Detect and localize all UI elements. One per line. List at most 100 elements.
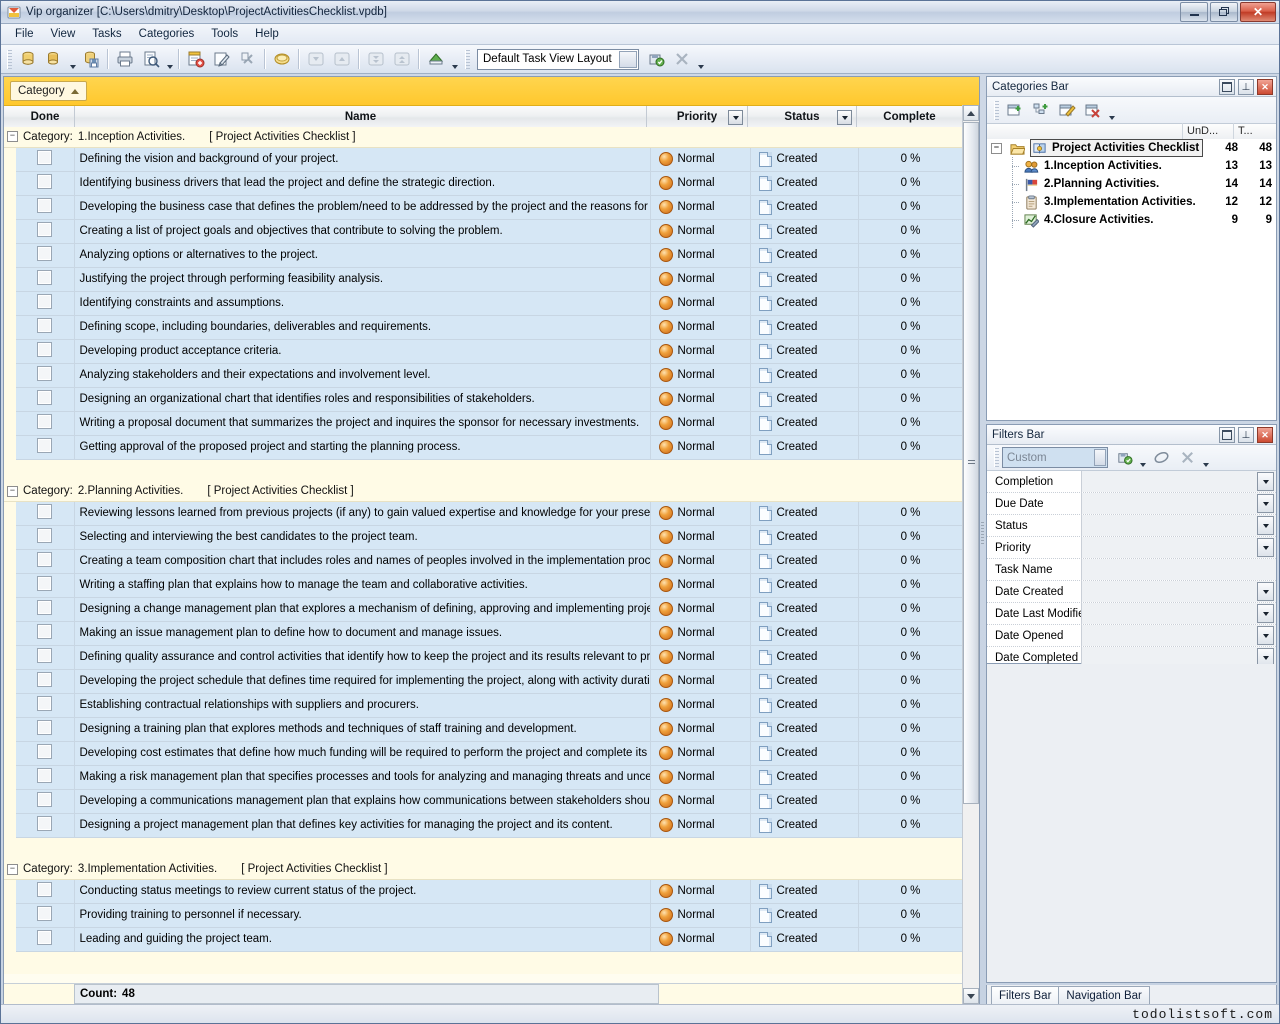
- table-row[interactable]: Designing a change management plan that …: [4, 597, 979, 621]
- table-row[interactable]: Defining the vision and background of yo…: [4, 147, 979, 171]
- done-checkbox[interactable]: [37, 792, 52, 807]
- delete-task-icon[interactable]: [235, 46, 261, 72]
- save-layout-icon[interactable]: [643, 46, 669, 72]
- done-checkbox[interactable]: [37, 414, 52, 429]
- filter-value-cell[interactable]: [1082, 471, 1276, 492]
- tree-column-undone[interactable]: UnD...: [1182, 123, 1233, 140]
- layout-combobox[interactable]: Default Task View Layout: [477, 49, 639, 70]
- done-checkbox[interactable]: [37, 600, 52, 615]
- table-row[interactable]: Defining quality assurance and control a…: [4, 645, 979, 669]
- edit-task-icon[interactable]: [209, 46, 235, 72]
- filters-toolbar-grip[interactable]: [994, 448, 999, 467]
- table-row[interactable]: Conducting status meetings to review cur…: [4, 879, 979, 903]
- filter-dropdown-icon[interactable]: [449, 45, 460, 74]
- done-checkbox[interactable]: [37, 246, 52, 261]
- categories-pin-icon[interactable]: ⊥: [1238, 79, 1254, 95]
- table-row[interactable]: Developing a communications management p…: [4, 789, 979, 813]
- table-row[interactable]: Establishing contractual relationships w…: [4, 693, 979, 717]
- move-up-icon[interactable]: [329, 46, 355, 72]
- menu-tasks[interactable]: Tasks: [84, 26, 129, 43]
- done-checkbox[interactable]: [37, 672, 52, 687]
- tree-column-total[interactable]: T...: [1233, 123, 1276, 140]
- filter-preset-combobox[interactable]: Custom: [1002, 447, 1108, 468]
- table-row[interactable]: Developing the project schedule that def…: [4, 669, 979, 693]
- new-subcategory-icon[interactable]: [1028, 97, 1054, 123]
- filter-value-cell[interactable]: [1082, 603, 1276, 624]
- categories-minimize-icon[interactable]: [1219, 79, 1235, 95]
- done-checkbox[interactable]: [37, 648, 52, 663]
- filter-icon[interactable]: [423, 46, 449, 72]
- done-checkbox[interactable]: [37, 150, 52, 165]
- scroll-down-button[interactable]: [963, 988, 979, 1004]
- filter-dropdown-button[interactable]: [1257, 582, 1274, 601]
- table-row[interactable]: Designing a training plan that explores …: [4, 717, 979, 741]
- done-checkbox[interactable]: [37, 366, 52, 381]
- filters-minimize-icon[interactable]: [1219, 427, 1235, 443]
- filter-value-cell[interactable]: [1082, 581, 1276, 602]
- delete-layout-icon[interactable]: [669, 46, 695, 72]
- priority-filter-button[interactable]: [728, 110, 743, 125]
- remove-filter-icon[interactable]: [1174, 445, 1200, 471]
- table-row[interactable]: Creating a team composition chart that i…: [4, 549, 979, 573]
- edit-category-icon[interactable]: [1054, 97, 1080, 123]
- print-dropdown-icon[interactable]: [164, 45, 175, 74]
- save-filter-icon[interactable]: [1111, 445, 1137, 471]
- column-header-priority[interactable]: Priority: [647, 106, 748, 128]
- group-header-row[interactable]: −Category:3.Implementation Activities.[ …: [4, 859, 979, 879]
- done-checkbox[interactable]: [37, 930, 52, 945]
- table-row[interactable]: Making a risk management plan that speci…: [4, 765, 979, 789]
- filter-row[interactable]: Date Opened: [987, 625, 1276, 647]
- close-button[interactable]: ✕: [1240, 2, 1276, 22]
- category-tree-row[interactable]: 3.Implementation Activities.1212: [987, 193, 1276, 211]
- table-row[interactable]: Defining scope, including boundaries, de…: [4, 315, 979, 339]
- filter-value-cell[interactable]: [1082, 493, 1276, 514]
- complete-task-icon[interactable]: [269, 46, 295, 72]
- done-checkbox[interactable]: [37, 198, 52, 213]
- category-tree-row[interactable]: 1.Inception Activities.1313: [987, 157, 1276, 175]
- open-database-icon[interactable]: [41, 46, 67, 72]
- done-checkbox[interactable]: [37, 528, 52, 543]
- filter-value-cell[interactable]: [1082, 559, 1276, 580]
- layout-spinner[interactable]: [619, 51, 637, 68]
- table-row[interactable]: Writing a staffing plan that explains ho…: [4, 573, 979, 597]
- column-header-name[interactable]: Name: [75, 106, 647, 128]
- filters-pin-icon[interactable]: ⊥: [1238, 427, 1254, 443]
- done-checkbox[interactable]: [37, 342, 52, 357]
- column-header-done[interactable]: Done: [16, 106, 75, 128]
- delete-category-icon[interactable]: [1080, 97, 1106, 123]
- done-checkbox[interactable]: [37, 744, 52, 759]
- column-header-complete[interactable]: Complete: [857, 106, 963, 128]
- menu-categories[interactable]: Categories: [131, 26, 203, 43]
- minimize-button[interactable]: [1180, 2, 1208, 22]
- category-tree-row[interactable]: −Project Activities Checklist4848: [987, 139, 1276, 157]
- category-tree-row[interactable]: 4.Closure Activities.99: [987, 211, 1276, 229]
- filter-dropdown-button[interactable]: [1257, 472, 1274, 491]
- clear-filter-icon[interactable]: [1148, 445, 1174, 471]
- menu-view[interactable]: View: [43, 26, 84, 43]
- table-row[interactable]: Selecting and interviewing the best cand…: [4, 525, 979, 549]
- done-checkbox[interactable]: [37, 720, 52, 735]
- filter-dropdown-button[interactable]: [1257, 494, 1274, 513]
- dock-tab-filters-bar[interactable]: Filters Bar: [991, 986, 1059, 1004]
- vertical-splitter[interactable]: [980, 76, 985, 1005]
- done-checkbox[interactable]: [37, 696, 52, 711]
- done-checkbox[interactable]: [37, 576, 52, 591]
- menu-help[interactable]: Help: [247, 26, 287, 43]
- table-row[interactable]: Justifying the project through performin…: [4, 267, 979, 291]
- group-collapse-icon[interactable]: −: [7, 131, 18, 142]
- filter-row[interactable]: Task Name: [987, 559, 1276, 581]
- table-row[interactable]: Identifying business drivers that lead t…: [4, 171, 979, 195]
- filter-dropdown-button[interactable]: [1257, 604, 1274, 623]
- table-row[interactable]: Creating a list of project goals and obj…: [4, 219, 979, 243]
- done-checkbox[interactable]: [37, 318, 52, 333]
- filter-row[interactable]: Date Created: [987, 581, 1276, 603]
- table-row[interactable]: Identifying constraints and assumptions.…: [4, 291, 979, 315]
- done-checkbox[interactable]: [37, 504, 52, 519]
- category-tree-row[interactable]: 2.Planning Activities.1414: [987, 175, 1276, 193]
- table-row[interactable]: Analyzing options or alternatives to the…: [4, 243, 979, 267]
- scrollbar-thumb[interactable]: [963, 122, 979, 804]
- toolbar-grip[interactable]: [7, 50, 12, 69]
- column-header-status[interactable]: Status: [748, 106, 857, 128]
- done-checkbox[interactable]: [37, 882, 52, 897]
- table-row[interactable]: Leading and guiding the project team.Nor…: [4, 927, 979, 951]
